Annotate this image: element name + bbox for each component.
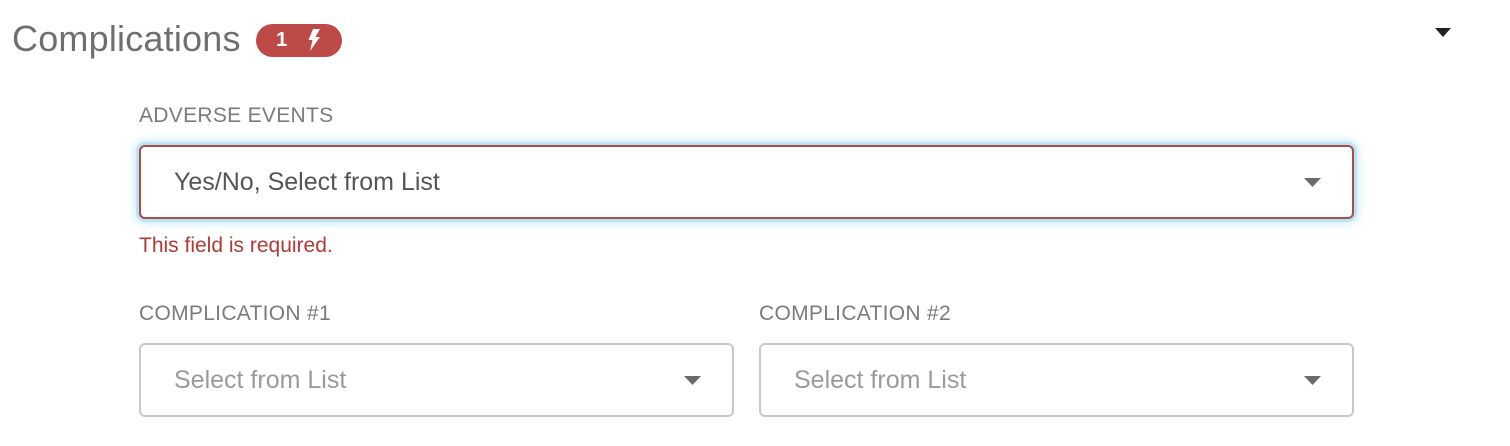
caret-down-icon — [1435, 25, 1451, 43]
complication-1-placeholder: Select from List — [174, 365, 347, 394]
complication-2-label: COMPLICATION #2 — [759, 302, 951, 325]
complications-section: Complications 1 ADVERSE EVENTS Yes/No, S… — [0, 0, 1510, 446]
chevron-down-icon — [1297, 375, 1327, 385]
chevron-down-icon — [1297, 177, 1327, 187]
complication-2-select[interactable]: Select from List — [759, 343, 1354, 417]
complication-1-label: COMPLICATION #1 — [139, 302, 331, 325]
section-title: Complications — [12, 18, 241, 59]
complication-2-placeholder: Select from List — [794, 365, 967, 394]
issue-count-badge: 1 — [255, 23, 342, 57]
chevron-down-icon — [677, 375, 707, 385]
adverse-events-error: This field is required. — [139, 234, 333, 257]
adverse-events-value: Yes/No, Select from List — [174, 167, 440, 196]
adverse-events-select[interactable]: Yes/No, Select from List — [139, 145, 1354, 219]
complication-1-select[interactable]: Select from List — [139, 343, 734, 417]
section-header: Complications 1 — [12, 12, 342, 66]
lightning-icon — [307, 29, 321, 51]
badge-count: 1 — [276, 28, 288, 51]
adverse-events-label: ADVERSE EVENTS — [139, 104, 334, 127]
collapse-toggle[interactable] — [1430, 24, 1456, 44]
